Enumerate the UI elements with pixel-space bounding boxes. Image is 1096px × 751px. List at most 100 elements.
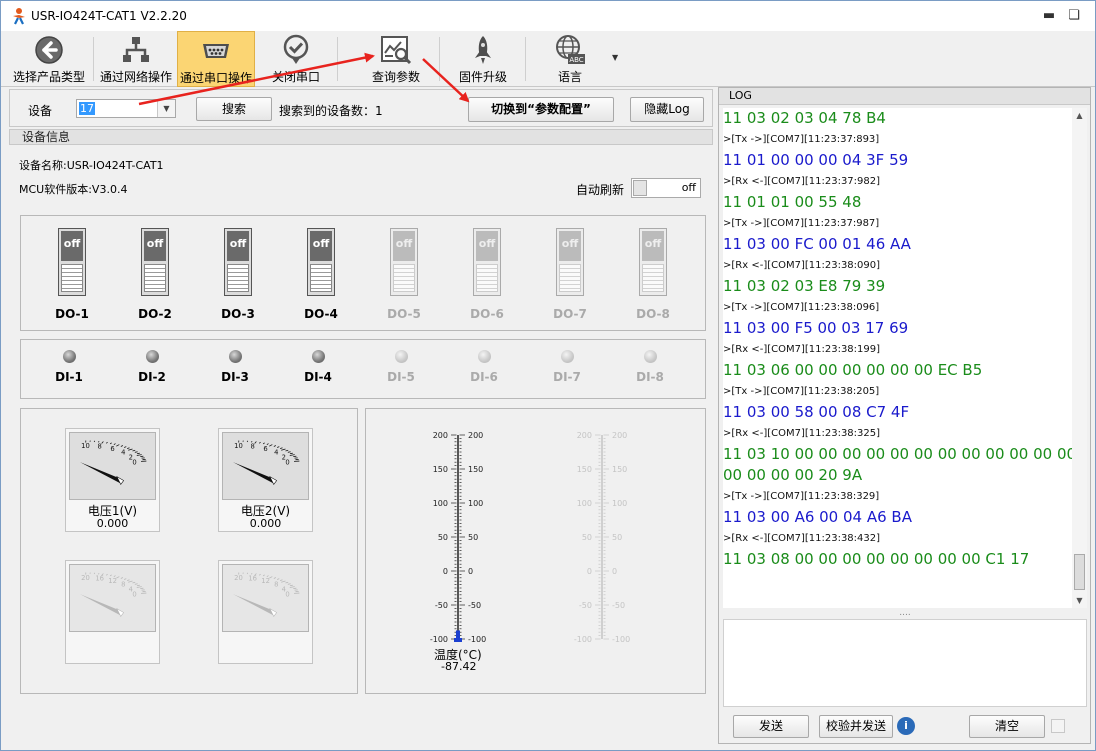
do-state: off	[393, 231, 415, 261]
do-switch-2[interactable]: off DO-2	[135, 228, 175, 321]
gauge-dial-icon: 02468 10	[222, 432, 309, 500]
log-scrollbar[interactable]: ▲ ▼	[1072, 108, 1087, 608]
di-label: DI-6	[470, 370, 498, 384]
device-row: 设备 17 ▼ 搜索 搜索到的设备数：1 切换到“参数配置” 隐藏Log	[9, 89, 713, 127]
toolbar-select-product-button[interactable]: 选择产品类型	[7, 31, 91, 87]
log-output[interactable]: 11 03 02 03 04 78 B4 >[Tx ->][COM7][11:23…	[723, 108, 1072, 608]
thermometer-tick-label: 150	[468, 465, 483, 474]
log-meta-line: >[Tx ->][COM7][11:23:38:096]	[723, 302, 880, 313]
extra-checkbox[interactable]	[1051, 719, 1065, 733]
temperature-panel: 200 200 150 150 100 100 50 50 0 0 -50 -50 -100 -100 20…	[365, 408, 706, 694]
auto-refresh-label: 自动刷新	[576, 183, 625, 197]
di-indicator-8: DI-8	[630, 350, 670, 386]
log-title: LOG	[719, 88, 1090, 105]
log-splitter[interactable]: ....	[723, 609, 1087, 618]
auto-refresh-toggle[interactable]: off	[631, 178, 701, 198]
svg-text:0: 0	[132, 591, 136, 599]
toolbar-serial-button[interactable]: 通过串口操作	[177, 31, 255, 87]
analog-meter-3: 0 4 8 12 16 20	[65, 560, 160, 664]
do-state: off	[227, 231, 249, 261]
toolbar-firmware-button[interactable]: 固件升级	[447, 31, 519, 87]
search-button[interactable]: 搜索	[196, 97, 272, 121]
svg-text:16: 16	[95, 575, 104, 583]
do-switch-4[interactable]: off DO-4	[301, 228, 341, 321]
chevron-down-icon[interactable]: ▼	[612, 53, 618, 62]
do-label: DO-2	[138, 307, 172, 321]
toolbar-language-button[interactable]: ABC 语言	[537, 31, 603, 87]
di-indicator-2: DI-2	[132, 350, 172, 386]
toggle-switch-icon: off	[224, 228, 252, 296]
switch-grip	[61, 264, 83, 292]
scroll-down-icon[interactable]: ▼	[1072, 593, 1087, 608]
do-state: off	[559, 231, 581, 261]
di-indicator-4: DI-4	[298, 350, 338, 386]
svg-text:10: 10	[81, 442, 90, 450]
meter-value: 0.000	[249, 517, 282, 530]
do-label: DO-8	[636, 307, 670, 321]
log-meta-line: >[Rx <-][COM7][11:23:38:090]	[723, 260, 881, 271]
toggle-knob	[633, 180, 647, 196]
toolbar-label: 查询参数	[371, 70, 420, 84]
toolbar-label: 选择产品类型	[12, 70, 85, 84]
back-arrow-icon	[35, 36, 63, 64]
led-icon	[146, 350, 159, 363]
led-icon	[229, 350, 242, 363]
toolbar-separator	[337, 37, 338, 81]
log-data-line: 11 03 00 A6 00 04 A6 BA	[723, 508, 912, 526]
thermometer-tick-label: 0	[612, 567, 617, 576]
do-switch-6: off DO-6	[467, 228, 507, 321]
check-send-button[interactable]: 校验并发送	[819, 715, 893, 738]
toolbar-label: 语言	[557, 70, 582, 84]
info-icon[interactable]: i	[897, 717, 915, 735]
toolbar-separator	[525, 37, 526, 81]
voltage-panel: 0 2 4 6 8 10 电压1(V) 0.000 0 2 4 6 8 10 电压2(V) 0.000 0 4 8 1…	[20, 408, 358, 694]
toolbar-close-serial-button[interactable]: 关闭串口	[259, 31, 333, 87]
led-icon	[561, 350, 574, 363]
do-state: off	[61, 231, 83, 261]
toolbar-query-params-button[interactable]: 查询参数	[361, 31, 431, 87]
analog-meter-4: 0 4 8 12 16 20	[218, 560, 313, 664]
clear-button[interactable]: 清空	[969, 715, 1045, 738]
thermometer-tick-label: 200	[577, 431, 592, 440]
switch-grip	[476, 264, 498, 292]
svg-text:12: 12	[108, 577, 117, 585]
send-button[interactable]: 发送	[733, 715, 809, 738]
log-meta-line: >[Tx ->][COM7][11:23:38:329]	[723, 491, 880, 502]
di-label: DI-1	[55, 370, 83, 384]
toggle-switch-icon: off	[639, 228, 667, 296]
svg-text:6: 6	[263, 445, 267, 453]
scroll-up-icon[interactable]: ▲	[1072, 108, 1087, 123]
toolbar-label: 关闭串口	[271, 70, 320, 84]
send-input[interactable]	[723, 619, 1087, 707]
network-icon	[123, 37, 149, 62]
svg-text:12: 12	[261, 577, 270, 585]
minimize-icon[interactable]: ▬	[1038, 6, 1060, 26]
thermometer-tick-label: -100	[468, 635, 486, 644]
switch-grip	[393, 264, 415, 292]
svg-text:2: 2	[129, 453, 133, 461]
do-switch-1[interactable]: off DO-1	[52, 228, 92, 321]
rocket-icon	[475, 36, 491, 64]
switch-to-config-button[interactable]: 切换到“参数配置”	[468, 97, 614, 122]
log-meta-line: >[Rx <-][COM7][11:23:38:325]	[723, 428, 881, 439]
svg-text:6: 6	[110, 445, 114, 453]
log-data-line: 11 03 08 00 00 00 00 00 00 00 00 C1 17	[723, 550, 1030, 568]
svg-text:0: 0	[285, 591, 289, 599]
do-state: off	[310, 231, 332, 261]
switch-grip	[227, 264, 249, 292]
scroll-thumb[interactable]	[1074, 554, 1085, 590]
toolbar-separator	[439, 37, 440, 81]
switch-grip	[144, 264, 166, 292]
do-label: DO-5	[387, 307, 421, 321]
hide-log-button[interactable]: 隐藏Log	[630, 97, 704, 122]
log-pane: LOG 11 03 02 03 04 78 B4 >[Tx ->][COM7][1…	[718, 87, 1091, 744]
thermometer-tick-label: -50	[435, 601, 448, 610]
thermometer-tick-label: 150	[433, 465, 448, 474]
toggle-switch-icon: off	[556, 228, 584, 296]
device-select[interactable]: 17 ▼	[76, 99, 176, 118]
do-switch-3[interactable]: off DO-3	[218, 228, 258, 321]
maximize-icon[interactable]: ❏	[1063, 6, 1085, 26]
toolbar-network-button[interactable]: 通过网络操作	[96, 31, 176, 87]
chevron-down-icon[interactable]: ▼	[157, 100, 175, 117]
thermometer-tick-label: 50	[438, 533, 448, 542]
